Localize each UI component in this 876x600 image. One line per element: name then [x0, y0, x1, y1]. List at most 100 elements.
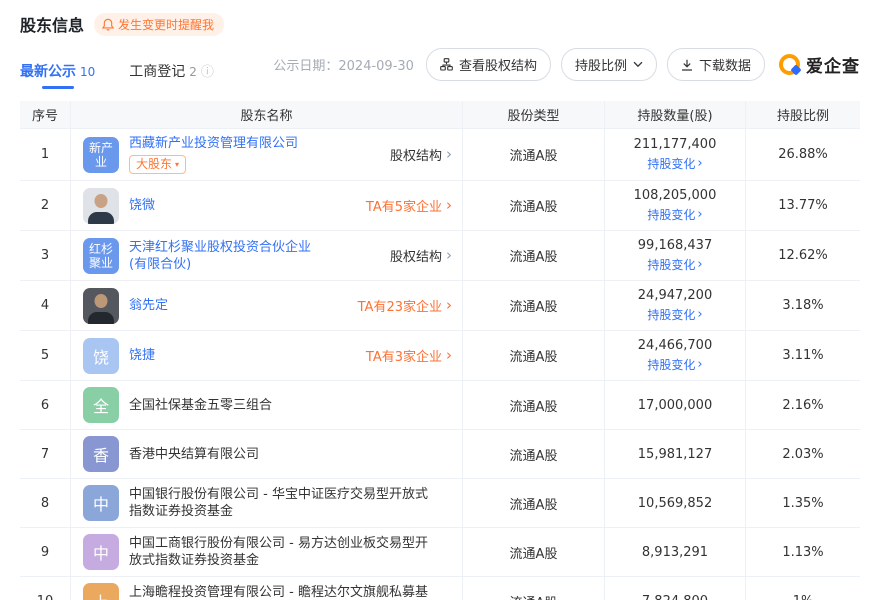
- tab-business-registration[interactable]: 工商登记2ⓘ: [129, 61, 214, 89]
- share-type: 流通A股: [462, 381, 604, 429]
- holding-change-label: 持股变化: [647, 155, 695, 172]
- row-index: 10: [20, 577, 70, 600]
- holding-change-link[interactable]: 持股变化›: [647, 306, 702, 323]
- person-photo-body: [88, 312, 114, 324]
- action-label: 股权结构: [390, 246, 442, 265]
- table-row: 2 饶微 TA有5家企业› 流通A股 108,205,000 持股变化› 13.…: [20, 181, 860, 231]
- table-row: 1 新产业 西藏新产业投资管理有限公司 大股东▾ 股权结构› 流通A股 211,…: [20, 129, 860, 181]
- arrow-right-icon: ›: [446, 248, 452, 263]
- major-shareholder-tag[interactable]: 大股东▾: [129, 155, 186, 174]
- person-photo-head: [95, 194, 108, 208]
- column-header-share-type: 股份类型: [462, 101, 604, 128]
- shareholder-name[interactable]: 天津红杉聚业股权投资合伙企业 (有限合伙): [129, 239, 311, 273]
- tab-count: 2: [189, 65, 197, 79]
- table-row: 9 中 中国工商银行股份有限公司 - 易方达创业板交易型开 放式指数证券投资基金…: [20, 528, 860, 577]
- share-quantity: 24,947,200: [638, 288, 712, 303]
- share-type: 流通A股: [462, 430, 604, 478]
- table-row: 7 香 香港中央结算有限公司 流通A股 15,981,127 2.03%: [20, 430, 860, 479]
- shareholder-name[interactable]: 西藏新产业投资管理有限公司: [129, 135, 298, 152]
- tab-count: 10: [80, 65, 95, 79]
- shareholder-name: 全国社保基金五零三组合: [129, 397, 272, 414]
- share-type: 流通A股: [462, 181, 604, 230]
- arrow-right-icon: ›: [446, 147, 452, 162]
- row-index: 6: [20, 381, 70, 429]
- shareholder-name: 中国工商银行股份有限公司 - 易方达创业板交易型开 放式指数证券投资基金: [129, 535, 428, 569]
- active-tab-underline: [42, 86, 74, 89]
- table-row: 4 翁先定 TA有23家企业› 流通A股 24,947,200 持股变化› 3.…: [20, 281, 860, 331]
- share-type: 流通A股: [462, 231, 604, 280]
- shareholder-avatar: 红杉聚业: [83, 238, 119, 274]
- related-companies-link[interactable]: TA有3家企业 ›: [358, 346, 452, 365]
- share-ratio: 1%: [745, 577, 860, 600]
- holding-change-label: 持股变化: [647, 356, 695, 373]
- holding-change-link[interactable]: 持股变化›: [647, 356, 702, 373]
- share-type: 流通A股: [462, 281, 604, 330]
- download-icon: [681, 59, 693, 71]
- share-ratio: 1.13%: [745, 528, 860, 576]
- equity-structure-link[interactable]: 股权结构 ›: [382, 246, 452, 265]
- holding-change-label: 持股变化: [647, 306, 695, 323]
- related-companies-link[interactable]: TA有5家企业›: [358, 196, 452, 215]
- arrow-right-icon: ›: [697, 258, 702, 271]
- table-row: 8 中 中国银行股份有限公司 - 华宝中证医疗交易型开放式 指数证券投资基金 流…: [20, 479, 860, 528]
- table-header-row: 序号 股东名称 股份类型 持股数量(股) 持股比例: [20, 101, 860, 129]
- caret-down-icon: ▾: [175, 161, 179, 169]
- person-photo-head: [95, 294, 108, 308]
- shareholders-table: 序号 股东名称 股份类型 持股数量(股) 持股比例 1 新产业 西藏新产业投资管…: [20, 101, 860, 600]
- action-label: TA有3家企业: [366, 346, 442, 365]
- brand-logo: 爱企查: [779, 52, 860, 77]
- share-type: 流通A股: [462, 577, 604, 600]
- share-type: 流通A股: [462, 331, 604, 380]
- share-quantity: 7,824,800: [642, 594, 708, 600]
- table-row: 3 红杉聚业 天津红杉聚业股权投资合伙企业 (有限合伙) 股权结构› 流通A股 …: [20, 231, 860, 281]
- related-companies-link[interactable]: TA有23家企业›: [350, 296, 452, 315]
- share-ratio: 3.11%: [745, 331, 860, 380]
- notify-on-change-button[interactable]: 发生变更时提醒我: [94, 13, 224, 36]
- tab-latest-disclosure[interactable]: 最新公示 10: [20, 61, 95, 89]
- shareholder-avatar: 香: [83, 436, 119, 472]
- shareholder-avatar: 新产业: [83, 137, 119, 173]
- sort-by-ratio-dropdown[interactable]: 持股比例: [561, 48, 657, 81]
- share-type: 流通A股: [462, 528, 604, 576]
- action-label: 股权结构: [390, 145, 442, 164]
- view-equity-structure-button[interactable]: 查看股权结构: [426, 48, 551, 81]
- holding-change-link[interactable]: 持股变化›: [647, 256, 702, 273]
- column-header-name: 股东名称: [70, 101, 462, 128]
- shareholder-avatar: [83, 288, 119, 324]
- share-type: 流通A股: [462, 479, 604, 527]
- share-ratio: 2.03%: [745, 430, 860, 478]
- info-icon[interactable]: ⓘ: [201, 65, 214, 80]
- page-title: 股东信息: [20, 12, 84, 36]
- shareholder-info-header: 股东信息 发生变更时提醒我 最新公示10 工商登记2ⓘ 公示日期：2024-09…: [0, 0, 876, 101]
- shareholder-name[interactable]: 翁先定: [129, 297, 168, 314]
- view-equity-structure-label: 查看股权结构: [459, 55, 537, 74]
- share-quantity: 108,205,000: [634, 188, 717, 203]
- sort-label: 持股比例: [575, 55, 627, 74]
- share-quantity: 15,981,127: [638, 447, 712, 462]
- download-data-button[interactable]: 下载数据: [667, 48, 765, 81]
- share-ratio: 12.62%: [745, 231, 860, 280]
- equity-structure-link[interactable]: 股权结构 ›: [382, 145, 452, 164]
- tab-label: 最新公示: [20, 64, 76, 80]
- action-label: TA有23家企业: [358, 296, 442, 315]
- row-index: 3: [20, 231, 70, 280]
- share-ratio: 26.88%: [745, 129, 860, 180]
- share-quantity: 10,569,852: [638, 496, 712, 511]
- arrow-right-icon: ›: [697, 208, 702, 221]
- shareholder-name[interactable]: 饶微: [129, 197, 155, 214]
- holding-change-link[interactable]: 持股变化›: [647, 155, 702, 172]
- share-ratio: 2.16%: [745, 381, 860, 429]
- shareholder-name: 香港中央结算有限公司: [129, 446, 259, 463]
- share-ratio: 3.18%: [745, 281, 860, 330]
- share-type: 流通A股: [462, 129, 604, 180]
- holding-change-link[interactable]: 持股变化›: [647, 206, 702, 223]
- column-header-ratio: 持股比例: [745, 101, 860, 128]
- shareholder-name: 中国银行股份有限公司 - 华宝中证医疗交易型开放式 指数证券投资基金: [129, 486, 428, 520]
- shareholder-avatar: 中: [83, 534, 119, 570]
- shareholder-name[interactable]: 饶捷: [129, 347, 155, 364]
- share-quantity: 24,466,700: [638, 338, 712, 353]
- chevron-down-icon: [633, 61, 643, 68]
- notify-label: 发生变更时提醒我: [118, 16, 214, 33]
- bell-icon: [102, 18, 114, 31]
- arrow-right-icon: ›: [446, 348, 452, 363]
